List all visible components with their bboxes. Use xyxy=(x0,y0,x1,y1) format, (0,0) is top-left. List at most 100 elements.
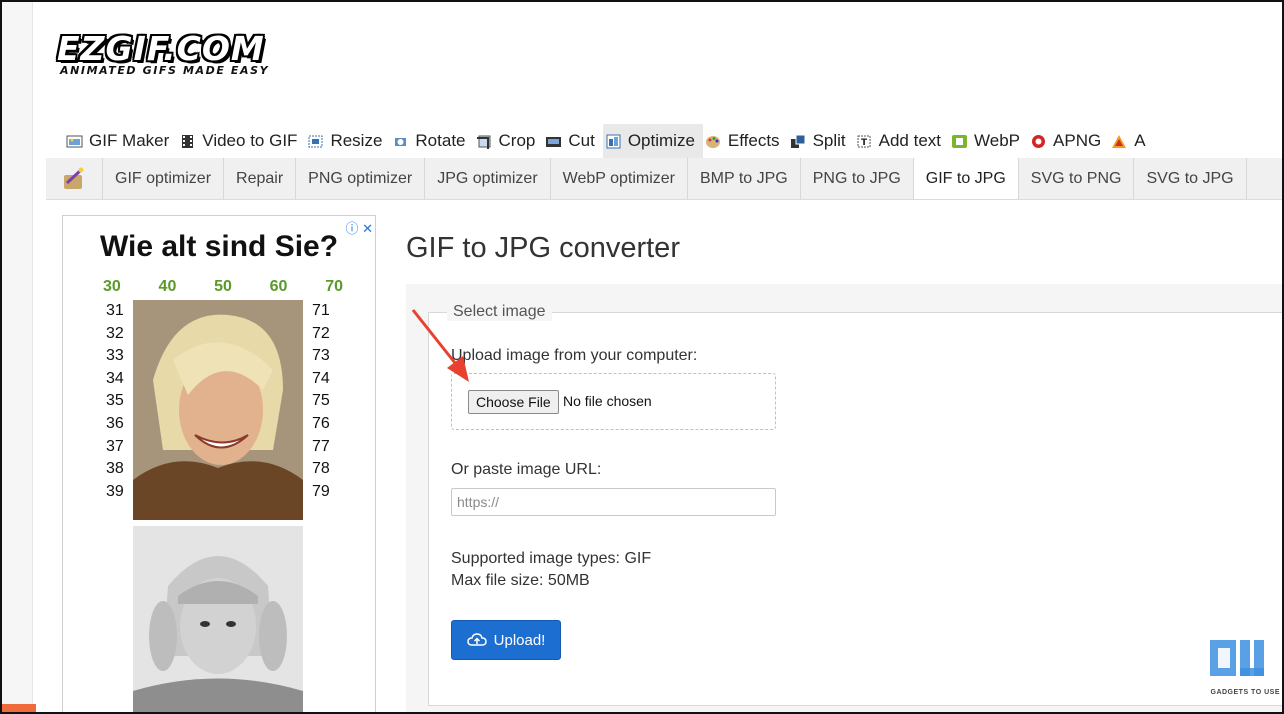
upload-button-label: Upload! xyxy=(493,631,546,649)
subnav-png-to-jpg[interactable]: PNG to JPG xyxy=(801,158,914,199)
ad-number: 36 xyxy=(106,414,124,432)
text-icon: T xyxy=(856,134,873,149)
nav-item-rotate[interactable]: Rotate xyxy=(390,124,473,158)
nav-item-gif-maker[interactable]: GIF Maker xyxy=(64,124,177,158)
nav-item-label: APNG xyxy=(1053,131,1102,150)
optimize-icon xyxy=(605,134,622,149)
apng-icon xyxy=(1030,134,1047,149)
ad-number: 75 xyxy=(312,392,330,410)
nav-item-label: Optimize xyxy=(627,131,695,150)
watermark-text: GADGETS TO USE xyxy=(1210,689,1280,696)
main-nav: GIF Maker Video to GIF Resize Rotate Cro… xyxy=(64,124,1154,158)
sub-nav: GIF optimizer Repair PNG optimizer JPG o… xyxy=(46,158,1282,200)
select-image-fieldset: Select image Upload image from your comp… xyxy=(428,303,1282,706)
svg-text:T: T xyxy=(861,138,868,148)
upload-button[interactable]: Upload! xyxy=(451,620,561,660)
advertisement[interactable]: ⓘ ✕ Wie alt sind Sie? 30 40 50 60 70 31 … xyxy=(62,215,376,712)
ad-number: 34 xyxy=(106,369,124,387)
ad-number: 40 xyxy=(158,278,177,295)
nav-item-apng[interactable]: APNG xyxy=(1028,124,1109,158)
nav-item-video-to-gif[interactable]: Video to GIF xyxy=(177,124,305,158)
ad-number: 37 xyxy=(106,437,124,455)
ad-number: 73 xyxy=(312,347,330,365)
crop-icon xyxy=(476,134,493,149)
nav-item-label: Crop xyxy=(498,131,536,150)
converter-panel: Select image Upload image from your comp… xyxy=(406,284,1282,712)
ad-number: 77 xyxy=(312,437,330,455)
nav-item-label: GIF Maker xyxy=(89,131,170,150)
resize-icon xyxy=(307,134,324,149)
nav-item-webp[interactable]: WebP xyxy=(949,124,1028,158)
nav-item-label: Add text xyxy=(878,131,942,150)
nav-item-label: Effects xyxy=(727,131,780,150)
left-gutter xyxy=(2,2,33,712)
subnav-svg-to-png[interactable]: SVG to PNG xyxy=(1019,158,1135,199)
ad-number: 78 xyxy=(312,460,330,478)
ad-number: 31 xyxy=(106,302,124,319)
ad-left-numbers: 31 32 33 34 35 36 37 38 39 xyxy=(106,300,124,503)
nav-item-label: WebP xyxy=(974,131,1021,150)
max-file-size: Max file size: 50MB xyxy=(451,572,590,589)
ad-number: 32 xyxy=(106,324,124,342)
ad-number: 30 xyxy=(103,278,121,295)
ad-number: 33 xyxy=(106,347,124,365)
file-drop-zone[interactable]: Choose File No file chosen xyxy=(451,373,776,430)
nav-item-add-text[interactable]: T Add text xyxy=(854,124,949,158)
logo-tagline: ANIMATED GIFS MADE EASY xyxy=(60,64,270,77)
ad-number: 72 xyxy=(312,324,330,342)
nav-item-label: Video to GIF xyxy=(202,131,298,150)
nav-item-label: Resize xyxy=(330,131,383,150)
site-logo[interactable]: EZGIF.COM ANIMATED GIFS MADE EASY xyxy=(57,29,270,78)
nav-item-resize[interactable]: Resize xyxy=(305,124,390,158)
subnav-bmp-to-jpg[interactable]: BMP to JPG xyxy=(688,158,801,199)
webp-icon xyxy=(951,134,968,149)
nav-item-optimize[interactable]: Optimize xyxy=(602,124,703,158)
image-icon xyxy=(66,134,83,149)
choose-file-button[interactable]: Choose File xyxy=(468,390,559,414)
ad-number: 71 xyxy=(312,302,330,319)
page-header: GIF to JPG converter xyxy=(406,232,680,265)
annotation-arrow-icon xyxy=(411,309,469,382)
ad-number: 76 xyxy=(312,414,330,432)
ad-number: 39 xyxy=(106,482,124,500)
ad-photo-girl xyxy=(133,526,303,712)
subnav-svg-to-jpg[interactable]: SVG to JPG xyxy=(1134,158,1247,199)
upload-label: Upload image from your computer: xyxy=(451,347,698,364)
subnav-gif-to-jpg[interactable]: GIF to JPG xyxy=(913,158,1019,199)
ad-number: 50 xyxy=(214,278,232,295)
ad-number: 60 xyxy=(269,278,288,295)
ad-right-numbers: 71 72 73 74 75 76 77 78 79 xyxy=(312,300,330,503)
nav-item-split[interactable]: Split xyxy=(788,124,854,158)
nav-item-label: Rotate xyxy=(415,131,466,150)
nav-item-avif[interactable]: A xyxy=(1109,124,1153,158)
image-url-input[interactable] xyxy=(451,488,776,516)
nav-item-crop[interactable]: Crop xyxy=(474,124,544,158)
nav-item-label: Split xyxy=(812,131,846,150)
ad-top-numbers: 30 40 50 60 70 xyxy=(103,278,343,296)
supported-types: Supported image types: GIF xyxy=(451,550,652,567)
split-icon xyxy=(790,134,807,149)
nav-item-effects[interactable]: Effects xyxy=(703,124,788,158)
subnav-jpg-optimizer[interactable]: JPG optimizer xyxy=(425,158,551,199)
url-label: Or paste image URL: xyxy=(451,461,602,478)
ad-number: 74 xyxy=(312,369,330,387)
subnav-png-optimizer[interactable]: PNG optimizer xyxy=(296,158,426,199)
page-title: GIF to JPG converter xyxy=(406,232,680,264)
ad-number: 70 xyxy=(325,278,343,295)
avif-icon xyxy=(1111,134,1128,149)
ad-number: 79 xyxy=(312,482,330,500)
corner-tab xyxy=(2,704,36,712)
nav-item-label: A xyxy=(1134,131,1146,150)
nav-item-cut[interactable]: Cut xyxy=(543,124,602,158)
logo-wordmark: EZGIF.COM xyxy=(57,29,265,68)
browser-viewport: EZGIF.COM ANIMATED GIFS MADE EASY GIF Ma… xyxy=(0,0,1284,714)
subnav-gif-optimizer[interactable]: GIF optimizer xyxy=(103,158,225,199)
rotate-icon xyxy=(392,134,409,149)
cloud-upload-icon xyxy=(466,633,487,646)
ad-number: 38 xyxy=(106,460,124,478)
film-icon xyxy=(179,134,196,149)
ad-title: Wie alt sind Sie? xyxy=(99,230,339,263)
subnav-webp-optimizer[interactable]: WebP optimizer xyxy=(551,158,688,199)
subnav-repair[interactable]: Repair xyxy=(224,158,297,199)
nav-item-label: Cut xyxy=(568,131,595,150)
